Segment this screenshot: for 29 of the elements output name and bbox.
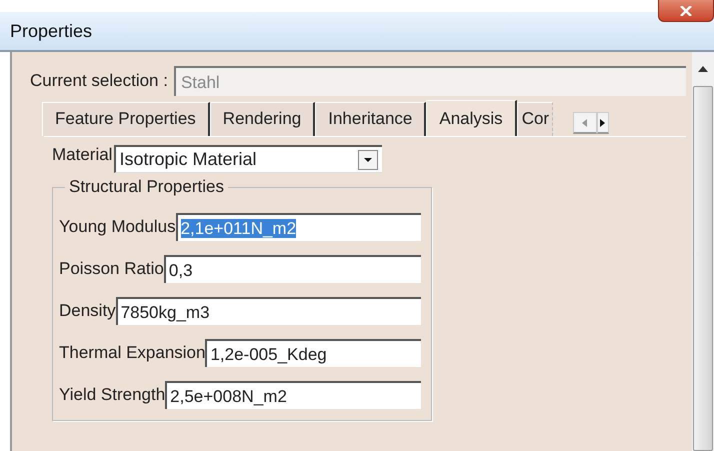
close-icon [679, 6, 693, 16]
tab-scroll-right-button[interactable] [596, 112, 609, 134]
material-dropdown[interactable]: Isotropic Material [114, 145, 382, 173]
value-field[interactable]: 0,3 [164, 255, 421, 283]
tab[interactable]: Analysis [426, 100, 517, 136]
tab[interactable]: Feature Properties [42, 102, 210, 136]
group-title: Structural Properties [65, 177, 228, 197]
left-arrow-icon [582, 118, 588, 126]
close-button[interactable] [658, 0, 714, 22]
window-title: Properties [10, 20, 92, 42]
field-label: Density [59, 301, 116, 321]
tab[interactable]: Inheritance [315, 102, 426, 136]
value-field[interactable]: 7850kg_m3 [116, 297, 421, 325]
scrollbar-thumb[interactable] [693, 86, 713, 451]
value-field[interactable]: 1,2e-005_Kdeg [205, 339, 421, 367]
field-label: Thermal Expansion [59, 343, 206, 363]
value-field[interactable]: 2,5e+008N_m2 [165, 381, 421, 409]
field-label: Young Modulus [59, 217, 176, 237]
value-field[interactable]: 2,1e+011N_m2 [176, 213, 421, 241]
scroll-up-icon [698, 66, 708, 72]
tab[interactable]: Rendering [210, 102, 316, 136]
scrollbar[interactable] [692, 52, 714, 451]
tab[interactable]: Cor [516, 102, 553, 136]
right-arrow-icon [600, 118, 605, 126]
material-label: Material [52, 145, 112, 165]
current-selection-label: Current selection : [30, 71, 168, 91]
current-selection-field: Stahl [174, 66, 686, 96]
field-label: Poisson Ratio [59, 259, 164, 279]
field-label: Yield Strength [59, 385, 166, 405]
